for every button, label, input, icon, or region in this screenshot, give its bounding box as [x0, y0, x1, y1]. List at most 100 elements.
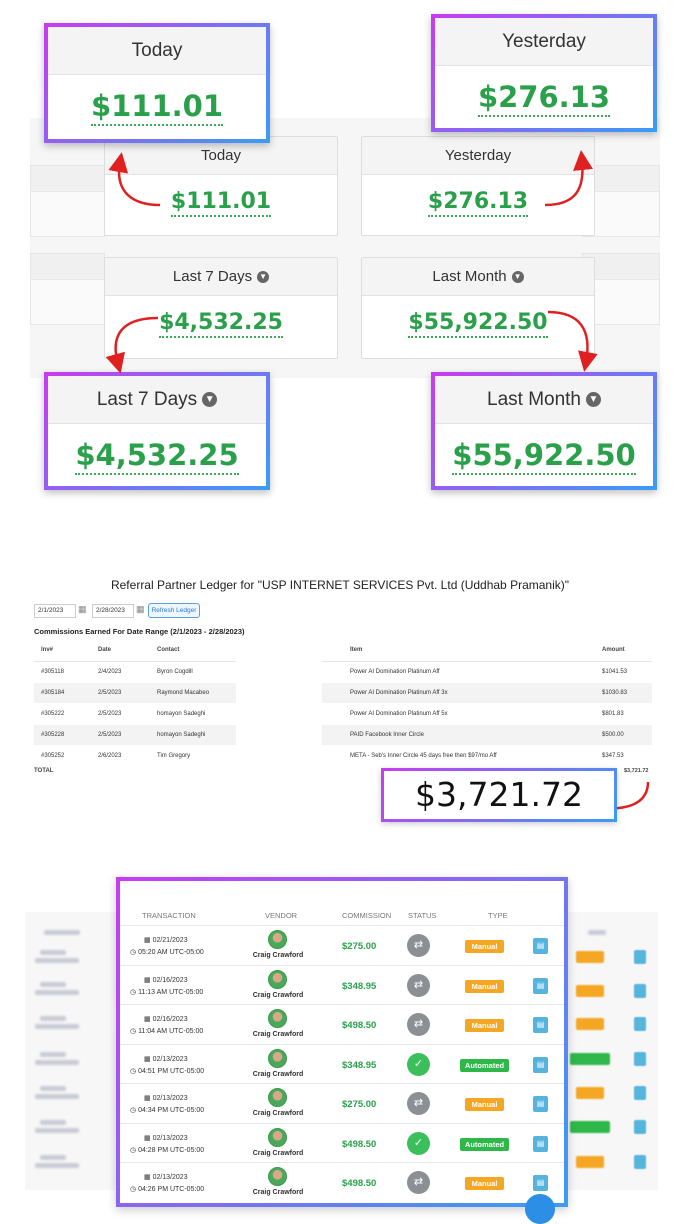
- document-icon[interactable]: ▤: [533, 1175, 548, 1191]
- avatar: [268, 1009, 287, 1028]
- col-header-commission: COMMISSION: [342, 911, 392, 920]
- type-badge: Automated: [460, 1137, 509, 1151]
- chat-fab-button[interactable]: [525, 1194, 555, 1224]
- document-icon[interactable]: ▤: [533, 1017, 548, 1033]
- document-icon[interactable]: ▤: [533, 938, 548, 954]
- blurred-text: [40, 1120, 66, 1125]
- date-to-input[interactable]: 2/28/2023: [92, 604, 134, 618]
- total-callout: $3,721.72: [381, 768, 617, 822]
- cell-date: 2/6/2023: [98, 753, 122, 759]
- type-badge: Manual: [465, 1098, 504, 1111]
- transaction-row: ▦ 02/13/2023 ◷ 04:51 PM UTC-05:00 Craig …: [120, 1043, 564, 1084]
- status-verified-icon: ✓: [407, 1052, 430, 1076]
- date-from-input[interactable]: 2/1/2023: [34, 604, 76, 618]
- calendar-icon[interactable]: ▦: [78, 604, 92, 616]
- arrow-yesterday: [544, 150, 593, 207]
- cell-amount: $500.00: [602, 732, 624, 738]
- tx-time: ◷ 11:13 AM UTC-05:00: [130, 988, 204, 996]
- col-header-inv: Inv#: [41, 647, 54, 653]
- clock-icon: ◷: [130, 1067, 139, 1075]
- blurred-text: [35, 1128, 79, 1133]
- tx-date: ▦ 02/13/2023: [144, 1055, 188, 1063]
- tx-date: ▦ 02/16/2023: [144, 1016, 188, 1023]
- document-icon[interactable]: ▤: [533, 1135, 548, 1152]
- commission-amount: $498.50: [342, 1138, 377, 1150]
- refresh-ledger-button[interactable]: Refresh Ledger: [148, 603, 200, 618]
- cell-date: 2/5/2023: [98, 732, 122, 738]
- calendar-icon: ▦: [144, 937, 153, 944]
- commission-amount: $348.95: [342, 980, 377, 992]
- tx-time: ◷ 11:04 AM UTC-05:00: [130, 1028, 204, 1035]
- avatar: [268, 969, 287, 989]
- arrow-last-month: [547, 310, 598, 372]
- transaction-row: ▦ 02/16/2023 ◷ 11:04 AM UTC-05:00 Craig …: [120, 1004, 564, 1044]
- transaction-row: ▦ 02/13/2023 ◷ 04:28 PM UTC-05:00 Craig …: [120, 1122, 564, 1163]
- blurred-badge: [576, 1087, 604, 1099]
- cell-amount: $801.83: [602, 711, 624, 717]
- blurred-doc-icon: [634, 984, 646, 998]
- blurred-header: [44, 930, 80, 935]
- blurred-text: [35, 1163, 79, 1168]
- cell-inv[interactable]: #305184: [41, 690, 64, 696]
- total-label: TOTAL: [34, 768, 54, 774]
- cell-item: Power AI Domination Platinum Aff 5x: [350, 711, 448, 717]
- vendor-name: Craig Crawford: [252, 991, 304, 999]
- cell-contact: homayon Sadeghi: [157, 732, 206, 738]
- document-icon[interactable]: ▤: [533, 1056, 548, 1073]
- col-header-date: Date: [98, 647, 112, 653]
- blurred-doc-icon: [634, 1052, 646, 1066]
- commission-amount: $498.50: [342, 1178, 377, 1189]
- arrow-last7: [105, 316, 159, 374]
- tx-time: ◷ 04:28 PM UTC-05:00: [130, 1146, 205, 1154]
- table-row: [34, 662, 236, 682]
- commission-amount: $498.50: [342, 1020, 377, 1031]
- document-icon[interactable]: ▤: [533, 977, 548, 994]
- blurred-text: [35, 1060, 79, 1065]
- transaction-row: ▦ 02/13/2023 ◷ 04:26 PM UTC-05:00 Craig …: [120, 1162, 564, 1202]
- cell-inv[interactable]: #305228: [41, 732, 64, 738]
- col-header-vendor: VENDOR: [265, 911, 298, 920]
- cell-item: META - Seb's Inner Circle 45 days free t…: [350, 753, 497, 759]
- calendar-icon: ▦: [144, 1055, 153, 1063]
- cell-item: PAID Facebook Inner Circle: [350, 732, 424, 738]
- blurred-text: [40, 1155, 66, 1160]
- tx-time: ◷ 04:34 PM UTC-05:00: [130, 1107, 205, 1114]
- col-header-contact: Contact: [157, 647, 180, 653]
- cell-item: Power AI Domination Platinum Aff: [350, 669, 440, 675]
- vendor-name: Craig Crawford: [252, 1149, 304, 1157]
- blurred-doc-icon: [634, 1120, 646, 1134]
- commissions-title: Commissions Earned For Date Range (2/1/2…: [34, 627, 245, 636]
- status-pending-icon: ⇄: [407, 1092, 430, 1115]
- cell-inv[interactable]: #305252: [41, 753, 64, 759]
- cell-date: 2/4/2023: [98, 669, 122, 675]
- cell-inv[interactable]: #305222: [41, 711, 64, 717]
- type-badge: Manual: [465, 979, 504, 993]
- blurred-text: [40, 982, 66, 987]
- tx-date: ▦ 02/13/2023: [144, 1095, 188, 1102]
- blurred-badge: [576, 1156, 604, 1168]
- blurred-text: [35, 1094, 79, 1099]
- type-badge: Manual: [465, 1177, 504, 1190]
- blurred-badge: [576, 985, 604, 997]
- cell-contact: Byron Cogdill: [157, 669, 193, 675]
- tx-time: ◷ 04:26 PM UTC-05:00: [130, 1186, 205, 1193]
- arrow-today: [108, 152, 161, 207]
- vendor-name: Craig Crawford: [252, 1031, 304, 1038]
- total-amount-small: $3,721.72: [624, 768, 649, 774]
- avatar: [268, 1048, 287, 1068]
- document-icon[interactable]: ▤: [533, 1096, 548, 1112]
- blurred-text: [40, 1086, 66, 1091]
- cell-inv[interactable]: #305118: [41, 669, 64, 675]
- commission-amount: $275.00: [342, 941, 377, 952]
- col-header-status: STATUS: [408, 911, 437, 920]
- blurred-doc-icon: [634, 950, 646, 964]
- cell-date: 2/5/2023: [98, 711, 122, 717]
- vendor-name: Craig Crawford: [252, 1070, 304, 1078]
- clock-icon: ◷: [130, 988, 139, 996]
- transactions-table: TRANSACTION VENDOR COMMISSION STATUS TYP…: [116, 877, 568, 1207]
- transaction-row: ▦ 02/13/2023 ◷ 04:34 PM UTC-05:00 Craig …: [120, 1083, 564, 1123]
- status-pending-icon: ⇄: [407, 1171, 430, 1194]
- tx-time: ◷ 04:51 PM UTC-05:00: [130, 1067, 205, 1075]
- blurred-text: [35, 958, 79, 963]
- tx-date: ▦ 02/21/2023: [144, 937, 188, 944]
